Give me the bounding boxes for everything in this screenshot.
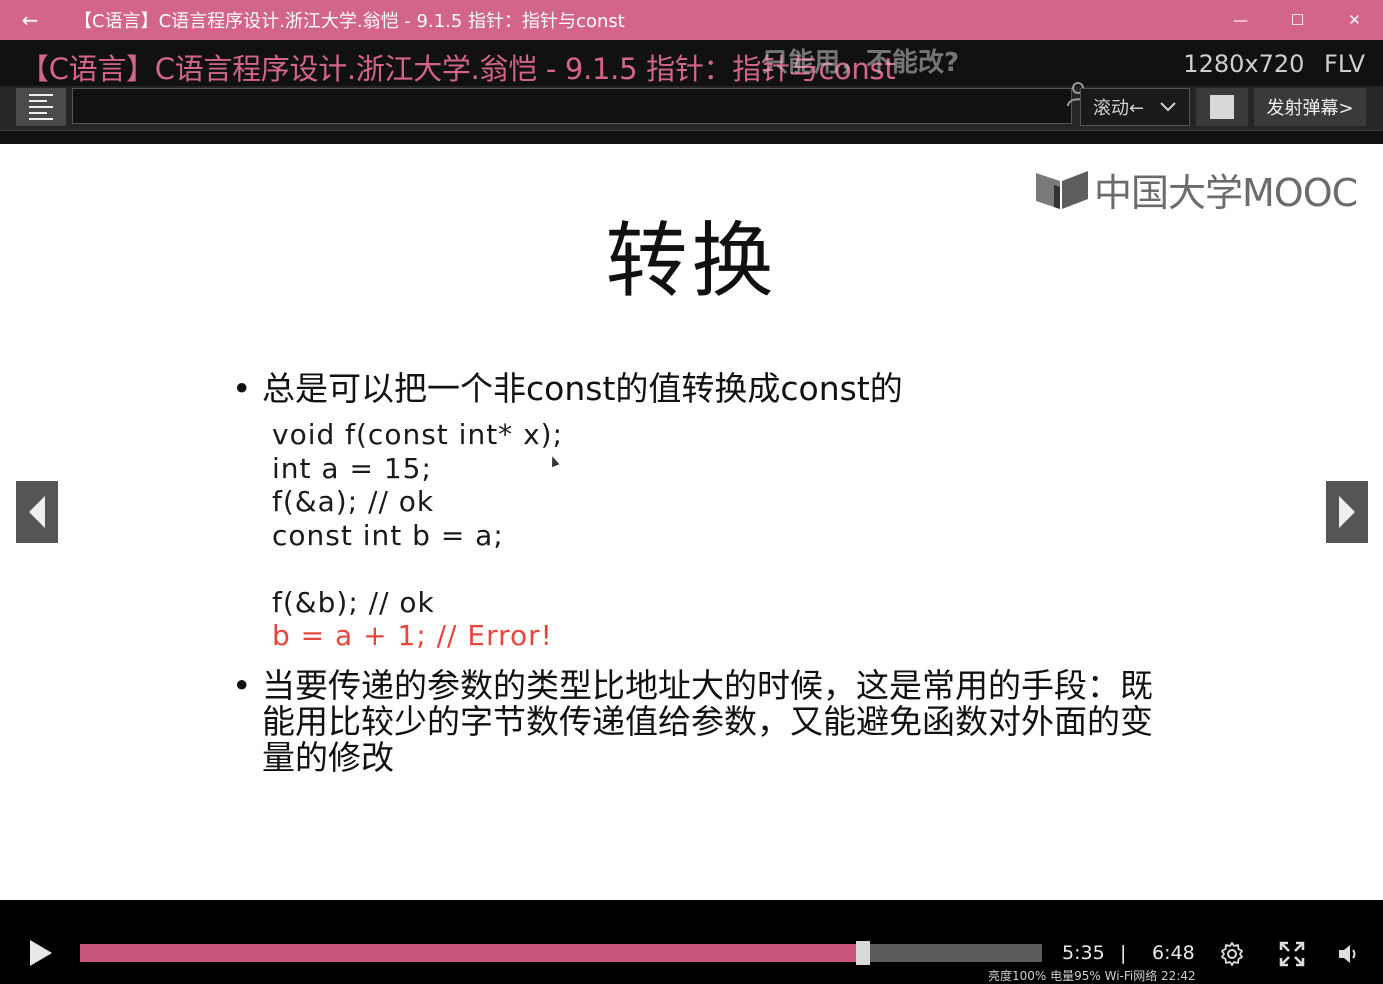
progress-handle[interactable]	[855, 941, 870, 965]
resolution-label: 1280x720	[1183, 50, 1305, 78]
danmaku-input[interactable]	[72, 88, 1072, 124]
send-danmaku-button[interactable]: 发射弹幕>	[1254, 88, 1366, 126]
system-status-text: 亮度100% 电量95% Wi-Fi网络 22:42	[988, 969, 1196, 983]
gear-icon[interactable]	[1218, 940, 1246, 968]
bullet-mark: •	[232, 369, 252, 408]
bullet-2: • 当要传递的参数的类型比地址大的时候，这是常用的手段：既能用比较少的字节数传递…	[232, 668, 1162, 776]
code-line: f(&a); // ok	[272, 485, 435, 518]
bullet-1: • 总是可以把一个非const的值转换成const的	[232, 362, 903, 410]
bullet-mark: •	[232, 666, 252, 705]
window-title-bar: ← 【C语言】C语言程序设计.浙江大学.翁恺 - 9.1.5 指针：指针与con…	[0, 0, 1383, 40]
player-controls: 5:35 | 6:48 亮度100% 电量95% Wi-Fi网络 22:42	[0, 900, 1383, 984]
duration: 6:48	[1152, 942, 1195, 964]
video-frame: 中国大学MOOC 转换 • 总是可以把一个非const的值转换成const的 vo…	[0, 144, 1383, 900]
progress-bar[interactable]	[80, 941, 1042, 965]
menu-icon[interactable]	[16, 88, 66, 126]
slide-title: 转换	[605, 214, 778, 309]
code-block: void f(const int* x); int a = 15; f(&a);…	[272, 418, 563, 653]
code-line: f(&b); // ok	[272, 585, 435, 619]
bullet-2-text: 当要传递的参数的类型比地址大的时候，这是常用的手段：既能用比较少的字节数传递值给…	[262, 666, 1153, 777]
bullet-1-text: 总是可以把一个非const的值转换成const的	[262, 369, 903, 408]
code-error-line: b = a + 1; // Error!	[272, 619, 553, 652]
minimize-button[interactable]: —	[1212, 0, 1269, 40]
back-arrow-icon[interactable]: ←	[0, 0, 60, 40]
floating-danmaku: 只能用，不能改?	[762, 48, 960, 78]
previous-button[interactable]	[16, 481, 58, 543]
format-label: FLV	[1324, 50, 1365, 78]
scroll-mode-select[interactable]: 滚动←	[1080, 88, 1190, 126]
progress-fill	[80, 944, 863, 962]
color-picker-button[interactable]	[1196, 88, 1248, 126]
next-button[interactable]	[1326, 481, 1368, 543]
close-button[interactable]: ✕	[1326, 0, 1383, 40]
scroll-mode-label: 滚动←	[1093, 98, 1145, 119]
fullscreen-icon[interactable]	[1278, 940, 1306, 968]
chevron-down-icon	[1160, 102, 1176, 112]
window-title: 【C语言】C语言程序设计.浙江大学.翁恺 - 9.1.5 指针：指针与const	[74, 11, 625, 32]
time-separator: |	[1120, 942, 1127, 964]
maximize-button[interactable]: ☐	[1269, 0, 1326, 40]
arrow-right-icon	[1339, 496, 1355, 528]
color-swatch	[1210, 95, 1234, 119]
arrow-left-icon	[29, 496, 45, 528]
code-line: void f(const int* x);	[272, 418, 564, 451]
code-line: int a = 15;	[272, 451, 432, 485]
code-line: const int b = a;	[272, 518, 504, 552]
video-meta: 1280x720 FLV	[1183, 50, 1365, 78]
volume-icon[interactable]	[1334, 940, 1362, 968]
current-time: 5:35	[1062, 942, 1105, 964]
play-icon[interactable]	[30, 940, 52, 966]
